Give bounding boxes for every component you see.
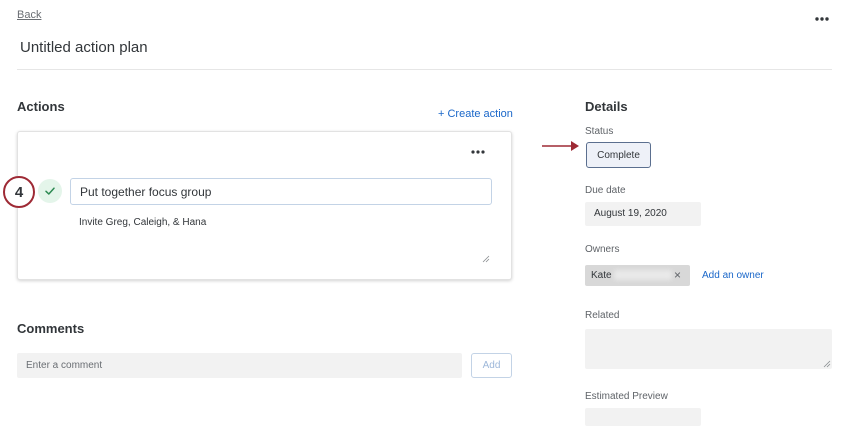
owner-name: Kate <box>591 270 612 281</box>
header-divider <box>17 69 832 70</box>
estimated-preview-label: Estimated Preview <box>585 391 668 402</box>
add-comment-button[interactable]: Add <box>471 353 512 378</box>
comments-heading: Comments <box>17 321 85 336</box>
estimated-preview-field[interactable] <box>585 408 701 426</box>
more-horizontal-icon[interactable] <box>813 10 831 28</box>
add-owner-link[interactable]: Add an owner <box>702 270 764 281</box>
action-description-input[interactable]: Invite Greg, Caleigh, & Hana <box>70 212 492 266</box>
annotation-arrow-icon <box>542 141 579 151</box>
due-date-field[interactable]: August 19, 2020 <box>585 202 701 226</box>
related-input[interactable] <box>585 329 832 369</box>
back-link[interactable]: Back <box>17 9 41 21</box>
create-action-link[interactable]: + Create action <box>438 108 513 120</box>
more-horizontal-icon[interactable] <box>470 146 486 158</box>
status-label: Status <box>585 126 614 137</box>
actions-heading: Actions <box>17 99 65 114</box>
details-heading: Details <box>585 99 628 114</box>
checkmark-icon <box>45 187 55 195</box>
page-title: Untitled action plan <box>20 39 148 56</box>
comment-input[interactable] <box>17 353 462 378</box>
resize-handle-icon[interactable] <box>482 255 490 263</box>
resize-handle-icon[interactable] <box>823 360 831 368</box>
remove-owner-icon[interactable]: × <box>674 269 681 281</box>
status-button[interactable]: Complete <box>586 142 651 168</box>
action-title-input[interactable] <box>70 178 492 205</box>
complete-toggle[interactable] <box>38 179 62 203</box>
owners-label: Owners <box>585 244 620 255</box>
due-date-label: Due date <box>585 185 626 196</box>
redacted-surname <box>614 270 672 280</box>
related-label: Related <box>585 310 620 321</box>
step-number-badge: 4 <box>3 176 35 208</box>
